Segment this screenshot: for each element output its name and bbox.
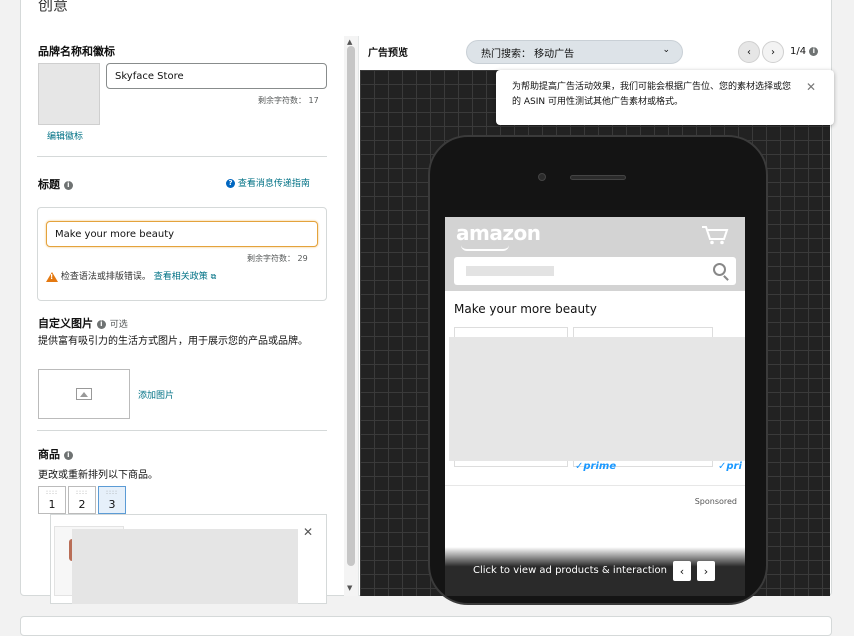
chevron-left-icon: ‹ [679,564,685,578]
product-tab-2[interactable]: :::: 2 [68,486,96,514]
custom-image-description: 提供富有吸引力的生活方式图片，用于展示您的产品或品牌。 [38,336,308,347]
external-link-icon: ⧉ [210,272,217,281]
custom-image-title: 自定义图片 i 可选 [38,315,128,331]
headline-input[interactable]: Make your more beauty [46,221,318,247]
brand-name-value: Skyface Store [115,70,184,82]
info-icon[interactable]: i [96,319,106,329]
brand-name-input[interactable]: Skyface Store [106,63,327,89]
headline-value: Make your more beauty [55,228,175,240]
info-tooltip: 为帮助提高广告活动效果，我们可能会根据广告位、您的素材选择或您的 ASIN 可用… [496,70,834,125]
product-info-redacted [72,529,298,604]
tooltip-text: 为帮助提高广告活动效果，我们可能会根据广告位、您的素材选择或您的 ASIN 可用… [512,82,792,107]
chevron-right-icon: › [771,46,775,58]
select-value: 热门搜索： 移动广告 [481,48,575,60]
ad-content-redacted [449,337,745,461]
divider [37,156,327,157]
brand-logo[interactable] [38,63,100,125]
search-input[interactable] [454,257,736,285]
page-indicator-text: 1/4 [790,46,807,57]
next-page-button[interactable]: › [762,41,784,63]
amazon-header: amazon [445,217,745,291]
messaging-guide-link[interactable]: ? 查看消息传递指南 [226,176,310,189]
tab-label: 2 [78,497,86,511]
image-icon [76,388,92,400]
cta-next-button[interactable]: › [697,561,715,581]
cta-prev-button[interactable]: ‹ [673,561,691,581]
guide-link-text: 查看消息传递指南 [237,179,310,189]
phone-screen: amazon Make your more beauty ✓prime ✓pri… [445,217,745,596]
preview-label: 广告预览 [368,48,408,59]
left-panel-scrollbar[interactable]: ▲ ▼ [344,36,358,596]
scrollbar-thumb[interactable] [347,46,355,566]
next-card [20,616,832,636]
edit-logo-link[interactable]: 编辑徽标 [47,129,83,142]
prime-badge: ✓pri [718,461,742,472]
page-indicator: 1/4 i [790,46,819,57]
divider [37,430,327,431]
warning-text: 检查语法或排版错误。 [60,272,151,282]
info-icon: ? [226,179,235,188]
cta-text[interactable]: Click to view ad products & interaction [473,565,667,576]
chevron-down-icon: ⌄ [662,45,670,55]
scroll-down-icon[interactable]: ▼ [347,584,352,592]
products-title-text: 商品 [38,448,60,461]
headline-warning: 检查语法或排版错误。 查看相关政策 ⧉ [46,269,216,282]
drag-handle-icon: :::: [105,488,119,496]
search-icon[interactable] [713,263,726,276]
policy-link[interactable]: 查看相关政策 [154,272,208,282]
divider [445,485,745,486]
prev-page-button[interactable]: ‹ [738,41,760,63]
phone-camera [538,173,546,181]
close-icon[interactable]: ✕ [303,525,313,539]
tab-label: 3 [108,497,116,511]
amazon-logo: amazon [456,221,541,245]
tab-label: 1 [48,497,56,511]
amazon-smile [461,245,509,251]
placement-select[interactable]: 热门搜索： 移动广告 ⌄ [466,40,683,64]
image-placeholder[interactable] [38,369,130,419]
products-title: 商品 i [38,446,73,462]
close-icon[interactable]: ✕ [806,80,816,95]
search-placeholder [466,266,554,276]
ad-headline: Make your more beauty [454,302,597,316]
cart-icon [702,226,729,245]
drag-handle-icon: :::: [75,488,89,496]
custom-image-title-text: 自定义图片 [38,317,93,330]
info-icon[interactable]: i [63,450,73,460]
prime-badge: ✓prime [575,461,617,472]
page: 创意 品牌名称和徽标 Skyface Store 剩余字符数： 17 编辑徽标 … [0,0,854,636]
headline-chars-left: 剩余字符数： 29 [247,254,308,263]
sponsored-label: Sponsored [694,497,737,506]
drag-handle-icon: :::: [45,488,59,496]
panel-divider [358,36,359,596]
headline-section-title: 标题 i [38,176,73,192]
chevron-left-icon: ‹ [747,46,751,58]
headline-title-text: 标题 [38,178,60,191]
brand-chars-left: 剩余字符数： 17 [258,96,319,105]
brand-section-title: 品牌名称和徽标 [38,45,115,58]
product-tab-1[interactable]: :::: 1 [38,486,66,514]
page-title: 创意 [38,0,69,14]
chevron-right-icon: › [703,564,709,578]
warning-icon [46,271,58,282]
optional-label: 可选 [109,320,128,330]
product-tabs: :::: 1 :::: 2 :::: 3 [38,486,126,520]
phone-speaker [570,175,626,180]
info-icon[interactable]: i [63,180,73,190]
add-image-link[interactable]: 添加图片 [138,388,174,401]
product-tab-3[interactable]: :::: 3 [98,486,126,520]
scroll-up-icon[interactable]: ▲ [347,38,352,46]
info-icon[interactable]: i [809,46,819,56]
products-description: 更改或重新排列以下商品。 [38,470,158,481]
